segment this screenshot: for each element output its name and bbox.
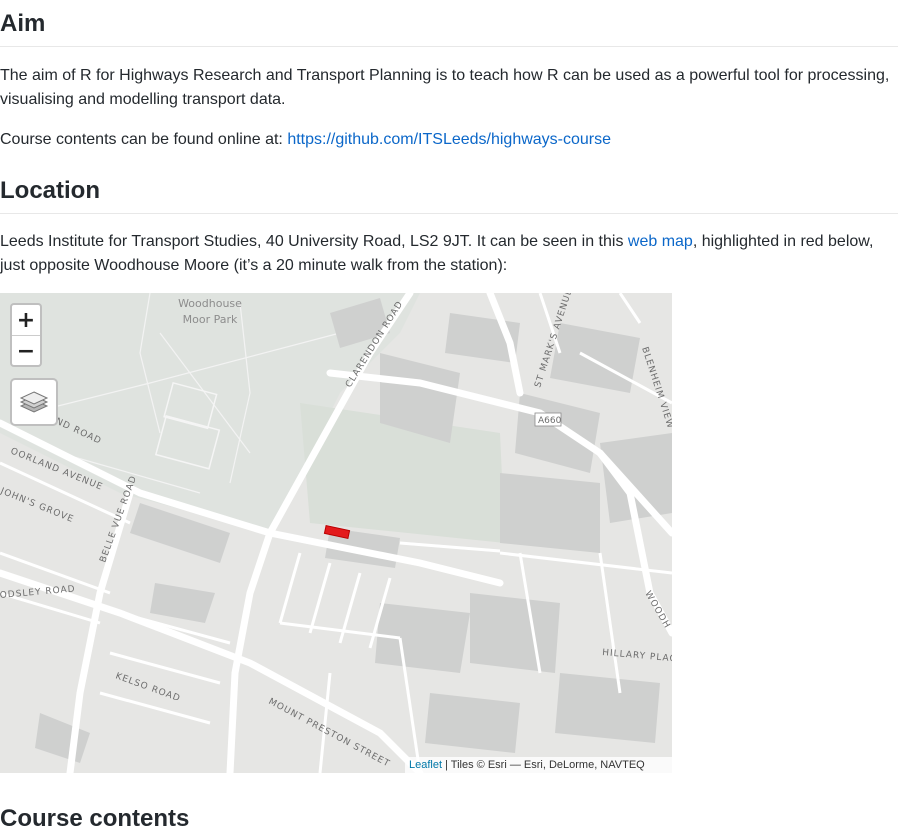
location-text-before: Leeds Institute for Transport Studies, 4…: [0, 233, 628, 250]
layers-icon: [19, 391, 49, 413]
map-attribution: Leaflet | Tiles © Esri — Esri, DeLorme, …: [405, 757, 672, 773]
woodsley-road-label: ODSLEY ROAD: [0, 584, 76, 601]
zoom-out-button[interactable]: −: [12, 336, 40, 365]
map-tiles: Woodhouse Moor Park CLARENDON ROAD ST MA…: [0, 293, 672, 773]
aim-divider: [0, 46, 898, 47]
a660-label: A660: [538, 416, 562, 426]
course-github-link[interactable]: https://github.com/ITSLeeds/highways-cou…: [287, 131, 611, 148]
aim-heading: Aim: [0, 10, 46, 37]
leaflet-map[interactable]: Woodhouse Moor Park CLARENDON ROAD ST MA…: [0, 293, 672, 773]
layers-control-button[interactable]: [10, 378, 58, 426]
location-heading: Location: [0, 177, 100, 204]
attribution-text: | Tiles © Esri — Esri, DeLorme, NAVTEQ: [442, 759, 645, 771]
location-paragraph: Leeds Institute for Transport Studies, 4…: [0, 230, 898, 278]
location-divider: [0, 213, 898, 214]
zoom-in-button[interactable]: +: [12, 305, 40, 336]
park-label-line2: Moor Park: [183, 313, 238, 326]
zoom-control: + −: [10, 303, 42, 367]
hillary-place-label: HILLARY PLAC: [602, 648, 672, 664]
course-contents-heading: Course contents: [0, 805, 190, 832]
course-contents-paragraph: Course contents can be found online at: …: [0, 128, 898, 152]
aim-paragraph: The aim of R for Highways Research and T…: [0, 67, 890, 108]
course-prefix-text: Course contents can be found online at:: [0, 131, 288, 148]
highlighted-building[interactable]: [323, 524, 351, 540]
web-map-link[interactable]: web map: [628, 233, 693, 250]
woodhouse-lane-label: WOODH: [642, 590, 672, 631]
park-label-line1: Woodhouse: [178, 297, 242, 310]
leaflet-link[interactable]: Leaflet: [409, 759, 442, 771]
